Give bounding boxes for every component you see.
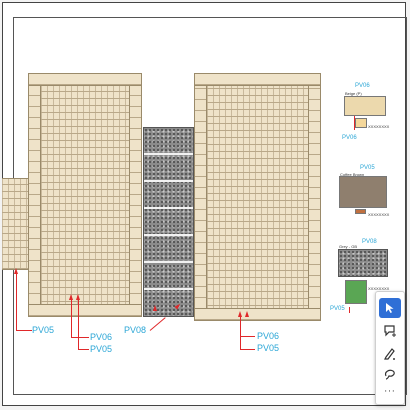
legend-code: PV05 <box>360 165 375 171</box>
leader-line <box>71 337 89 338</box>
add-comment-icon <box>384 325 396 337</box>
lasso-icon <box>384 369 395 380</box>
tag-pv05: PV05 <box>90 344 113 354</box>
left-partial-wall <box>2 178 30 270</box>
material-sample-beige <box>355 118 367 128</box>
legend-code: PV06 <box>355 83 370 89</box>
legend-code: PV05 <box>330 306 345 312</box>
leader-arrow <box>245 311 249 317</box>
tag-pv06: PV06 <box>90 332 113 342</box>
draw-tool-button[interactable] <box>379 343 401 363</box>
material-sample-coffee <box>355 209 366 214</box>
right-panel-frame-right <box>308 73 321 321</box>
select-tool-button[interactable] <box>379 298 401 318</box>
leader-line <box>240 315 241 349</box>
right-panel-frame-bottom <box>194 308 321 321</box>
material-swatch-grey <box>338 249 388 277</box>
leader-line <box>71 298 72 337</box>
right-panel-frame-left <box>194 73 207 321</box>
leader-line <box>78 349 89 350</box>
tag-pv05: PV05 <box>257 343 280 353</box>
legend-note: XXXXXXXX <box>368 212 390 217</box>
leader-line <box>16 272 17 330</box>
left-panel-frame-left <box>28 73 41 317</box>
tag-pv05: PV05 <box>32 325 55 335</box>
tag-pv06: PV06 <box>257 331 280 341</box>
leader-line <box>349 307 350 313</box>
cursor-arrow-icon <box>386 303 394 313</box>
legend-code: PV08 <box>362 239 377 245</box>
tag-pv08: PV08 <box>124 325 147 335</box>
leader-arrow <box>153 305 157 311</box>
material-swatch-green <box>345 280 367 304</box>
leader-line <box>78 298 79 349</box>
right-panel-frame-top <box>194 73 321 86</box>
annotation-toolbar: ··· <box>375 291 405 405</box>
legend-code: PV06 <box>342 135 357 141</box>
more-options-button[interactable]: ··· <box>379 382 401 402</box>
left-brick-panel <box>28 73 142 317</box>
stone-column <box>143 127 194 317</box>
more-icon: ··· <box>384 387 396 397</box>
left-panel-frame-right <box>129 73 142 317</box>
material-swatch-coffee <box>339 176 387 208</box>
leader-line <box>240 349 255 350</box>
leader-line <box>240 336 255 337</box>
pen-icon <box>384 348 395 360</box>
left-panel-frame-bottom <box>28 304 142 317</box>
leader-line <box>16 330 32 331</box>
right-brick-panel <box>194 73 321 321</box>
legend-note: XXXXXXXX <box>368 124 390 129</box>
material-swatch-beige <box>344 96 386 116</box>
left-panel-frame-top <box>28 73 142 86</box>
comment-tool-button[interactable] <box>379 321 401 341</box>
lasso-tool-button[interactable] <box>379 364 401 384</box>
